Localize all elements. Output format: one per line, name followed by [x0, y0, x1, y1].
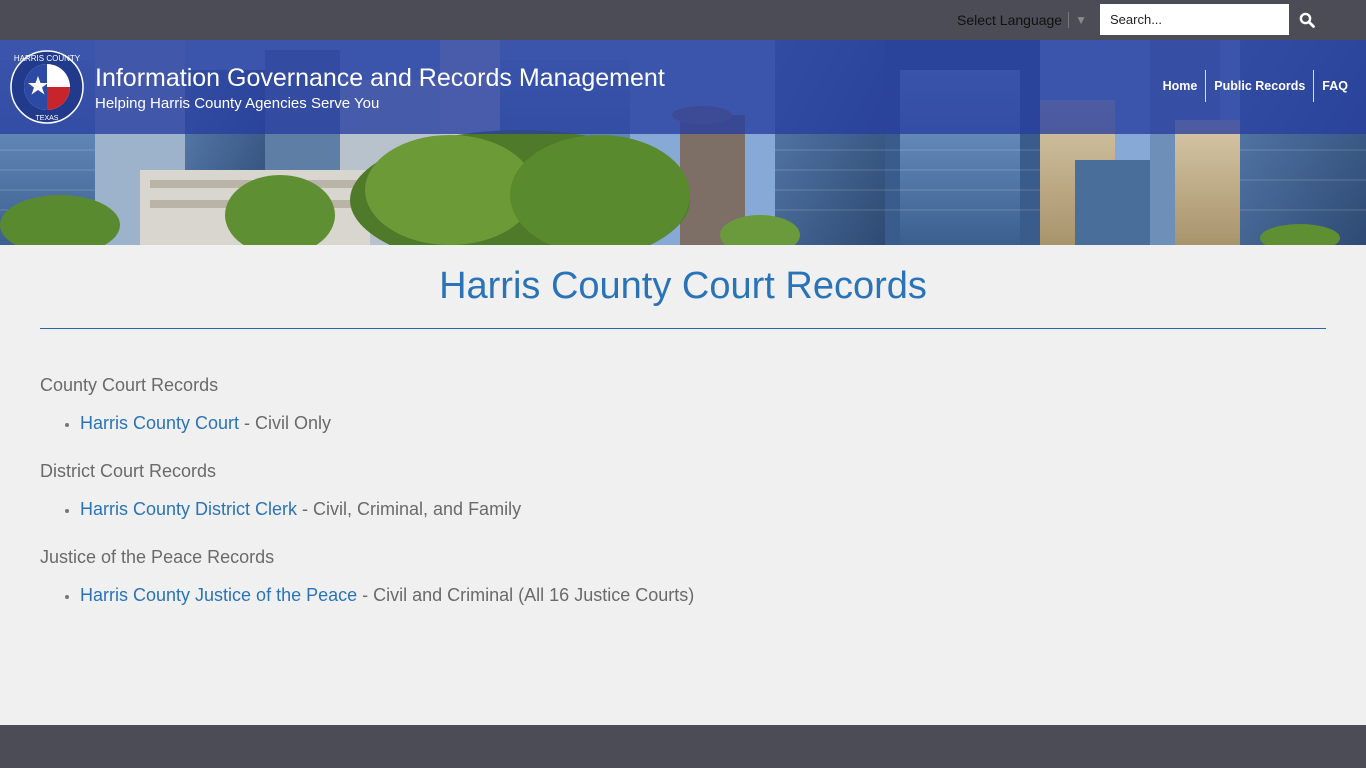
main-content: Harris County Court Records County Court…: [40, 245, 1326, 632]
county-court-list: Harris County Court - Civil Only: [40, 412, 1326, 434]
harris-county-district-clerk-link[interactable]: Harris County District Clerk: [80, 499, 297, 519]
section-heading-district-court: District Court Records: [40, 461, 217, 481]
search-input[interactable]: [1100, 4, 1289, 35]
site-title[interactable]: Information Governance and Records Manag…: [95, 64, 665, 93]
page-title: Harris County Court Records: [439, 265, 927, 307]
site-tagline: Helping Harris County Agencies Serve You: [95, 95, 380, 112]
title-divider: [40, 328, 1326, 329]
section-heading-justice-of-the-peace: Justice of the Peace Records: [40, 547, 275, 567]
search-button[interactable]: [1292, 6, 1322, 34]
harris-county-seal-logo[interactable]: HARRIS COUNTY TEXAS: [10, 50, 84, 124]
nav-public-records-link[interactable]: Public Records: [1206, 70, 1313, 102]
court-records-list: County Court Records Harris County Court…: [40, 374, 1326, 606]
list-item-description: - Civil Only: [239, 413, 332, 433]
district-court-list: Harris County District Clerk - Civil, Cr…: [40, 498, 1326, 520]
language-selector-label: Select Language: [957, 12, 1063, 28]
list-item: Harris County Justice of the Peace - Civ…: [80, 584, 1326, 606]
list-item-description: - Civil and Criminal (All 16 Justice Cou…: [357, 585, 695, 605]
top-bar: Select Language ▼: [0, 0, 1366, 40]
nav-home-link[interactable]: Home: [1155, 70, 1206, 102]
list-item: Harris County District Clerk - Civil, Cr…: [80, 498, 1326, 520]
harris-county-court-link[interactable]: Harris County Court: [80, 413, 239, 433]
language-selector[interactable]: Select Language ▼: [957, 11, 1087, 29]
footer: [0, 725, 1366, 768]
main-navigation: Home Public Records FAQ: [1155, 70, 1356, 102]
language-selector-divider: [1068, 12, 1070, 28]
harris-county-justice-of-the-peace-link[interactable]: Harris County Justice of the Peace: [80, 585, 357, 605]
section-heading-county-court: County Court Records: [40, 375, 219, 395]
list-item-description: - Civil, Criminal, and Family: [297, 499, 522, 519]
list-item: Harris County Court - Civil Only: [80, 412, 1326, 434]
svg-text:HARRIS COUNTY: HARRIS COUNTY: [14, 54, 81, 63]
nav-faq-link[interactable]: FAQ: [1314, 70, 1356, 102]
justice-of-the-peace-list: Harris County Justice of the Peace - Civ…: [40, 584, 1326, 606]
hero-banner: HARRIS COUNTY TEXAS Information Governan…: [0, 40, 1366, 245]
chevron-down-icon[interactable]: ▼: [1075, 13, 1087, 27]
svg-text:TEXAS: TEXAS: [36, 115, 59, 122]
search-icon: [1299, 12, 1315, 28]
